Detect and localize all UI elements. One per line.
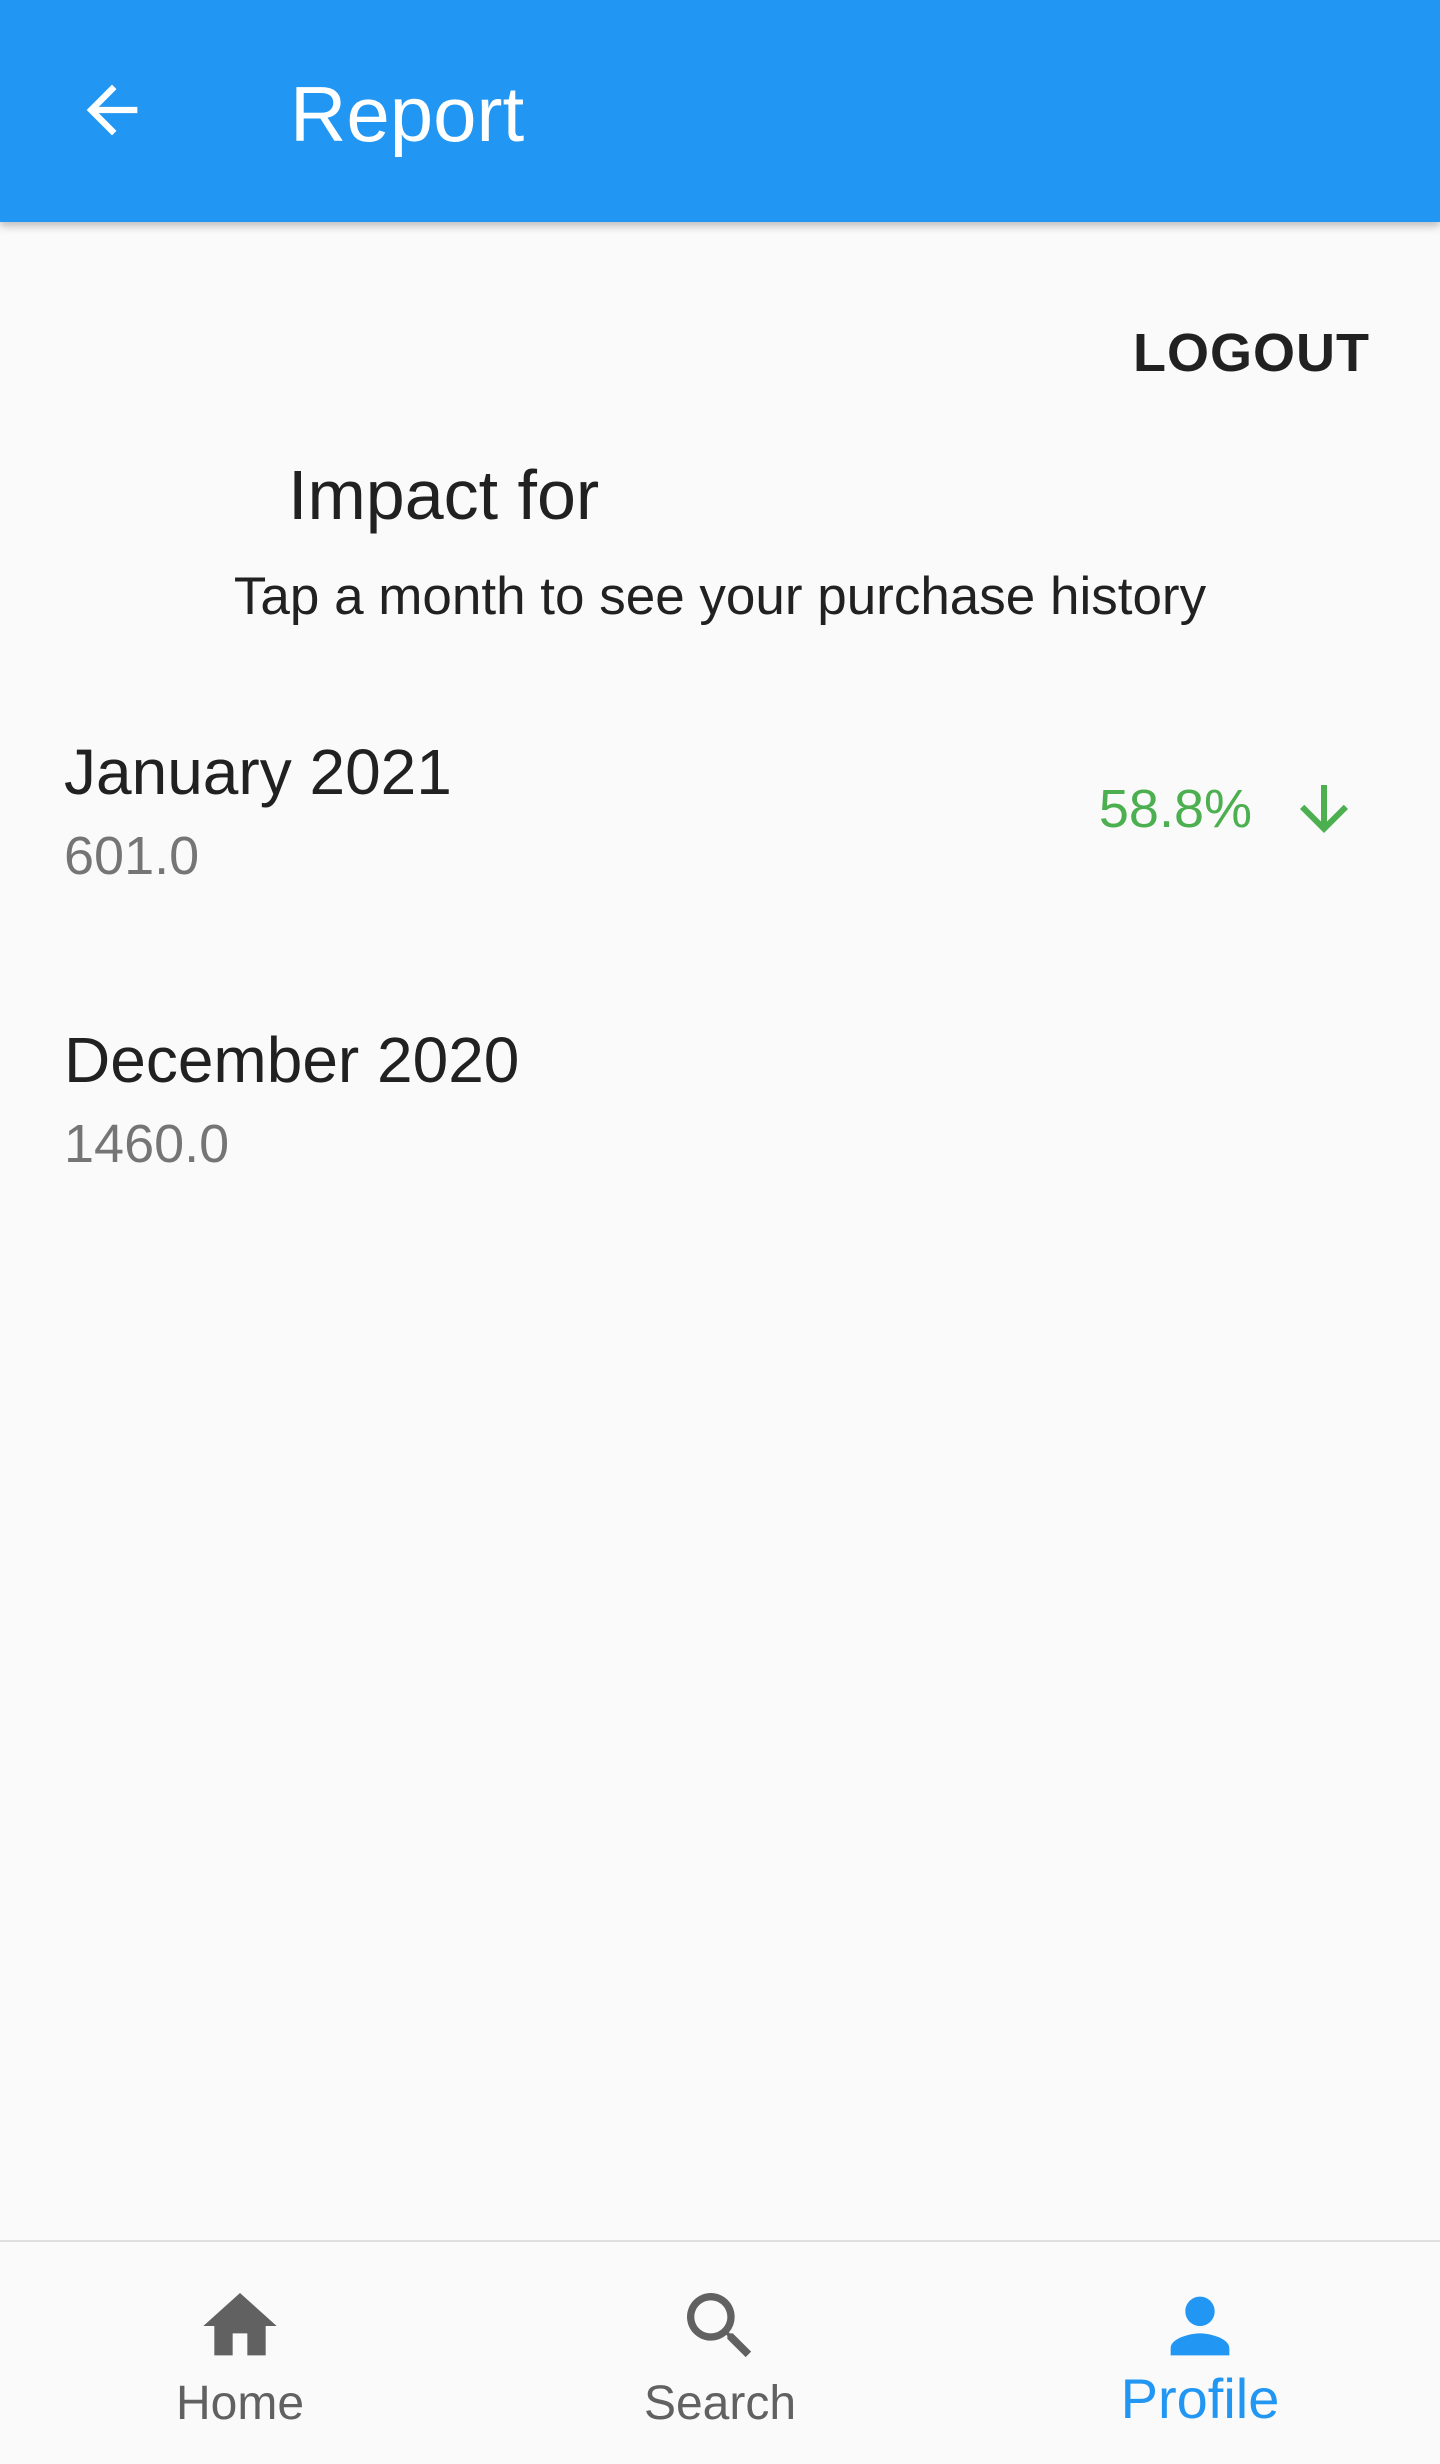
page-title: Report [290,70,525,158]
nav-label-profile: Profile [1120,2367,1280,2430]
month-value: 601.0 [64,826,200,886]
month-change: 58.8% [1099,773,1360,845]
app-bar: Report [0,0,1440,222]
search-icon [676,2282,764,2370]
month-name: December 2020 [64,1024,520,1096]
arrow-down-icon [1288,773,1360,845]
person-icon [1156,2282,1244,2370]
arrow-back-icon [74,72,150,153]
change-percent: 58.8% [1098,779,1252,839]
nav-label-search: Search [643,2377,797,2430]
list-item-december-2020[interactable]: December 2020 1460.0 [0,1023,1440,1263]
app-screen: Report LOGOUT Impact for Tap a month to … [0,0,1440,2464]
bottom-navigation: Home Search Profile [0,2240,1440,2464]
nav-item-home[interactable]: Home [0,2242,480,2464]
month-name: January 2021 [64,736,452,808]
impact-subtitle: Tap a month to see your purchase history [233,567,1207,626]
home-icon [196,2282,284,2370]
logout-button[interactable]: LOGOUT [1133,322,1370,384]
list-item-january-2021[interactable]: January 2021 601.0 58.8% [0,735,1440,975]
impact-title: Impact for [288,456,600,534]
nav-label-home: Home [175,2377,305,2430]
back-button[interactable] [56,56,168,168]
month-value: 1460.0 [64,1114,230,1174]
nav-item-profile[interactable]: Profile [960,2242,1440,2464]
nav-item-search[interactable]: Search [480,2242,960,2464]
